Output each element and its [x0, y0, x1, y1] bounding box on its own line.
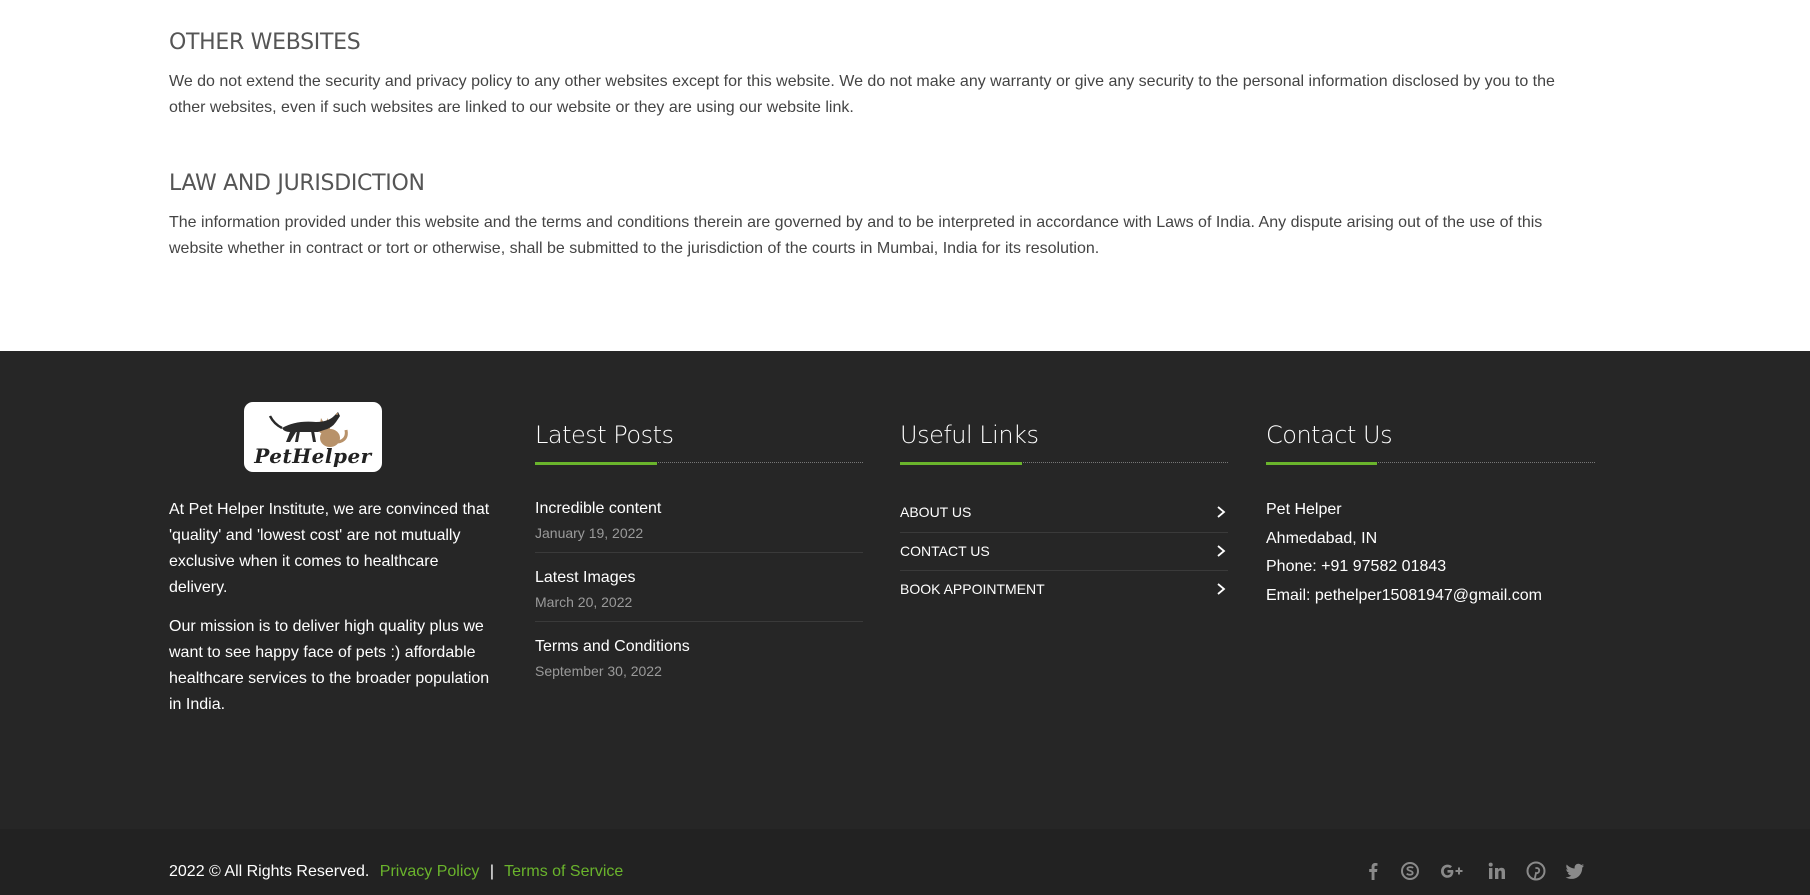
chevron-right-icon: [1217, 583, 1226, 595]
privacy-policy-link[interactable]: Privacy Policy: [380, 863, 480, 880]
section-text: The information provided under this webs…: [169, 214, 1543, 257]
copyright-text: 2022 © All Rights Reserved.: [169, 863, 370, 880]
contact-phone[interactable]: Phone: +91 97582 01843: [1266, 557, 1446, 577]
post-title[interactable]: Latest Images: [535, 568, 863, 588]
title-accent-bar: [535, 462, 657, 465]
title-accent-bar: [1266, 462, 1377, 465]
pinterest-icon[interactable]: [1525, 860, 1547, 882]
contact-name: Pet Helper: [1266, 501, 1342, 518]
logo-text: PetHelper: [254, 444, 372, 468]
post-item[interactable]: Incredible content January 19, 2022: [535, 499, 863, 542]
post-title[interactable]: Terms and Conditions: [535, 637, 863, 657]
post-divider: [535, 621, 863, 622]
google-plus-icon[interactable]: [1439, 860, 1467, 882]
post-divider: [535, 552, 863, 553]
link-divider: [900, 532, 1228, 533]
contact-title: Contact Us: [1266, 421, 1393, 449]
contact-email[interactable]: Email: pethelper15081947@gmail.com: [1266, 586, 1542, 606]
footer-link-about-us[interactable]: ABOUT US: [900, 503, 1228, 541]
terms-of-service-link[interactable]: Terms of Service: [504, 863, 623, 880]
post-date: September 30, 2022: [535, 663, 662, 679]
footer: PetHelper At Pet Helper Institute, we ar…: [0, 351, 1810, 829]
section-title: LAW AND JURISDICTION: [169, 171, 425, 196]
chevron-right-icon: [1217, 506, 1226, 518]
chevron-right-icon: [1217, 545, 1226, 557]
post-item[interactable]: Latest Images March 20, 2022: [535, 568, 863, 611]
link-label[interactable]: ABOUT US: [900, 503, 971, 521]
section-law-jurisdiction: LAW AND JURISDICTION The information pro…: [169, 171, 1589, 262]
link-separator: |: [489, 863, 494, 880]
post-title[interactable]: Incredible content: [535, 499, 863, 519]
skype-icon[interactable]: [1399, 860, 1421, 882]
footer-link-contact-us[interactable]: CONTACT US: [900, 542, 1228, 580]
about-paragraph: At Pet Helper Institute, we are convince…: [169, 501, 490, 596]
post-date: January 19, 2022: [535, 525, 644, 541]
title-accent-bar: [900, 462, 1022, 465]
twitter-icon[interactable]: [1564, 860, 1586, 882]
section-title: OTHER WEBSITES: [169, 30, 361, 55]
latest-posts-title: Latest Posts: [535, 421, 674, 449]
link-label[interactable]: CONTACT US: [900, 542, 990, 560]
post-date: March 20, 2022: [535, 594, 633, 610]
site-logo[interactable]: PetHelper: [244, 402, 382, 472]
link-divider: [900, 570, 1228, 571]
facebook-icon[interactable]: [1362, 860, 1384, 882]
footer-link-book-appointment[interactable]: BOOK APPOINTMENT: [900, 580, 1228, 618]
section-text: We do not extend the security and privac…: [169, 73, 1555, 116]
post-item[interactable]: Terms and Conditions September 30, 2022: [535, 637, 863, 680]
useful-links-title: Useful Links: [900, 421, 1039, 449]
linkedin-icon[interactable]: [1486, 860, 1508, 882]
copyright-line: 2022 © All Rights Reserved. Privacy Poli…: [169, 862, 623, 882]
section-other-websites: OTHER WEBSITES We do not extend the secu…: [169, 30, 1589, 121]
contact-location: Ahmedabad, IN: [1266, 530, 1378, 547]
about-paragraph: Our mission is to deliver high quality p…: [169, 618, 490, 713]
link-label[interactable]: BOOK APPOINTMENT: [900, 580, 1045, 598]
